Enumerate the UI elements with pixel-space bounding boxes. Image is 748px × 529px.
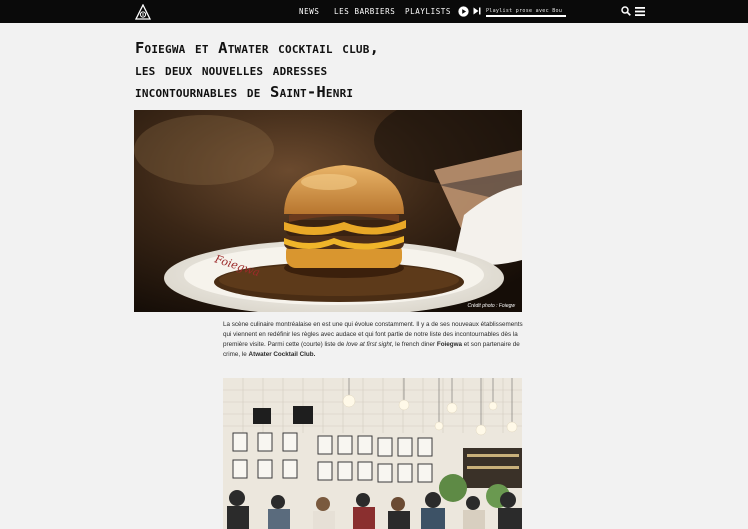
play-icon[interactable]: [458, 6, 469, 17]
intro-text-2: , le french diner: [391, 341, 437, 348]
photo-credit: Crédit photo : Foiegw: [467, 303, 515, 309]
article-title: Foiegwa et Atwater cocktail club, les de…: [135, 37, 525, 103]
now-playing-text: Playlist prose avec Bou: [486, 8, 563, 14]
article-title-line-3: incontournables de Saint-Henri: [135, 83, 354, 101]
nav-link-playlists[interactable]: Playlists: [405, 7, 451, 16]
playlist-progress-bar[interactable]: [486, 15, 566, 17]
intro-foiegwa: Foiegwa: [436, 341, 463, 348]
nav-link-les-barbiers[interactable]: Les barbiers: [334, 7, 395, 16]
next-track-icon[interactable]: [473, 7, 481, 15]
intro-atwater: Atwater Cocktail Club.: [248, 351, 316, 358]
nav-link-news[interactable]: News: [299, 7, 319, 16]
article-intro: La scène culinaire montréalaise en est u…: [223, 320, 523, 360]
top-navbar: News Les barbiers Playlists Playlist pro…: [0, 0, 748, 23]
article-title-line-2: les deux nouvelles adresses: [135, 61, 328, 79]
menu-icon[interactable]: [635, 7, 645, 16]
barbershop-logo-icon[interactable]: [135, 4, 151, 20]
intro-emphasis: love at first sight: [346, 341, 392, 348]
restaurant-interior-photo: [223, 378, 522, 529]
restaurant-illustration: [223, 378, 522, 529]
article-title-line-1: Foiegwa et Atwater cocktail club,: [135, 39, 380, 57]
burger-illustration: Foiegwa: [134, 110, 522, 312]
article-page: Foiegwa et Atwater cocktail club, les de…: [0, 23, 748, 529]
search-icon[interactable]: [621, 6, 631, 16]
hero-burger-photo: Foiegwa Crédit photo : Foiegw: [134, 110, 522, 312]
